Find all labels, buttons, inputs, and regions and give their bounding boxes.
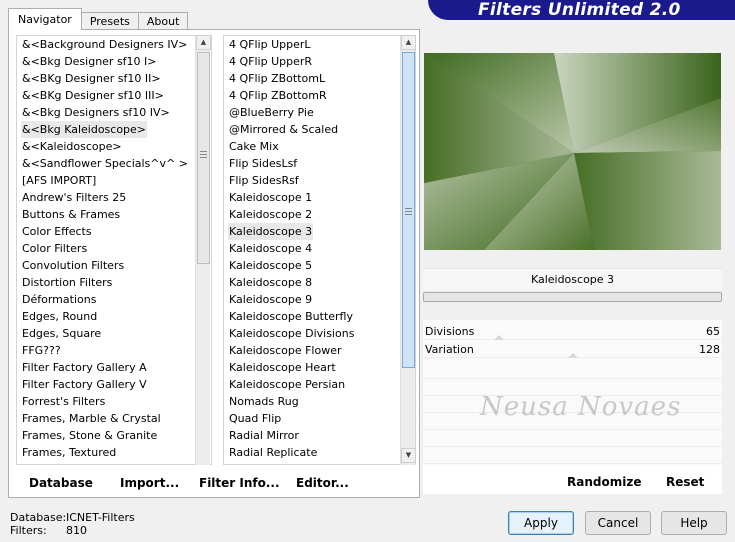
- scroll-down-icon[interactable]: ▼: [401, 448, 416, 463]
- category-list[interactable]: &<Background Designers IV> &<Bkg Designer…: [16, 35, 212, 465]
- list-item[interactable]: Buttons & Frames: [21, 206, 121, 223]
- scroll-thumb[interactable]: [402, 52, 415, 368]
- param-row[interactable]: Variation 128: [423, 342, 722, 358]
- list-item[interactable]: Kaleidoscope 5: [228, 257, 313, 274]
- list-item[interactable]: Kaleidoscope 1: [228, 189, 313, 206]
- database-value: ICNET-Filters: [66, 511, 135, 524]
- list-item[interactable]: &<BKg Designer sf10 III>: [21, 87, 165, 104]
- list-item[interactable]: 4 QFlip ZBottomR: [228, 87, 328, 104]
- param-row-empty: [423, 378, 722, 379]
- left-action-bar: Database Import... Filter Info... Editor…: [8, 470, 420, 498]
- list-item[interactable]: Distortion Filters: [21, 274, 113, 291]
- list-item[interactable]: Flip SidesLsf: [228, 155, 298, 172]
- param-name: Variation: [425, 343, 474, 356]
- list-item[interactable]: &<BKg Designer sf10 II>: [21, 70, 162, 87]
- filters-label: Filters:: [10, 524, 47, 537]
- list-item[interactable]: &<Bkg Designers sf10 IV>: [21, 104, 171, 121]
- list-item[interactable]: &<Kaleidoscope>: [21, 138, 123, 155]
- right-action-bar: Randomize Reset: [423, 466, 722, 494]
- list-item[interactable]: Convolution Filters: [21, 257, 125, 274]
- list-item[interactable]: 4 QFlip UpperL: [228, 36, 312, 53]
- list-item[interactable]: 4 QFlip UpperR: [228, 53, 313, 70]
- param-value: 65: [706, 325, 720, 338]
- list-item[interactable]: @Mirrored & Scaled: [228, 121, 339, 138]
- database-label: Database:: [10, 511, 67, 524]
- list-item[interactable]: Kaleidoscope Butterfly: [228, 308, 354, 325]
- list-item[interactable]: Kaleidoscope Heart: [228, 359, 337, 376]
- app-title: Filters Unlimited 2.0: [478, 0, 681, 20]
- list-item[interactable]: Edges, Square: [21, 325, 102, 342]
- watermark-logo: Neusa Novaes: [480, 392, 682, 422]
- import-button[interactable]: Import...: [120, 475, 179, 491]
- list-item[interactable]: Déformations: [21, 291, 97, 308]
- progress-bar: [423, 292, 722, 302]
- list-item[interactable]: Kaleidoscope 2: [228, 206, 313, 223]
- list-item[interactable]: Cake Mix: [228, 138, 280, 155]
- param-row-empty: [423, 446, 722, 447]
- scroll-up-icon[interactable]: ▲: [401, 35, 416, 50]
- list-item[interactable]: Flip SidesRsf: [228, 172, 300, 189]
- cancel-button[interactable]: Cancel: [585, 511, 651, 535]
- list-item[interactable]: Frames, Textured: [21, 444, 117, 461]
- param-slider-marker: [568, 353, 578, 358]
- help-button[interactable]: Help: [661, 511, 727, 535]
- list-item[interactable]: Filter Factory Gallery V: [21, 376, 148, 393]
- database-button[interactable]: Database: [29, 475, 93, 491]
- list-item[interactable]: [AFS IMPORT]: [21, 172, 97, 189]
- scroll-up-icon[interactable]: ▲: [196, 35, 211, 50]
- filter-title-box: Kaleidoscope 3: [423, 268, 722, 290]
- tab-strip: Navigator Presets About: [8, 6, 189, 30]
- filter-list[interactable]: 4 QFlip UpperL 4 QFlip UpperR 4 QFlip ZBot…: [223, 35, 416, 465]
- list-item[interactable]: Frames, Stone & Granite: [21, 427, 158, 444]
- list-item[interactable]: Nomads Rug: [228, 393, 300, 410]
- filters-value: 810: [66, 524, 87, 537]
- list-item[interactable]: &<Background Designers IV>: [21, 36, 188, 53]
- apply-button[interactable]: Apply: [508, 511, 574, 535]
- list-item[interactable]: Edges, Round: [21, 308, 98, 325]
- list-item[interactable]: Quad Flip: [228, 410, 282, 427]
- scroll-thumb[interactable]: [197, 52, 210, 264]
- list-item[interactable]: Andrew's Filters 25: [21, 189, 127, 206]
- list-item[interactable]: Kaleidoscope 8: [228, 274, 313, 291]
- tab-about[interactable]: About: [137, 12, 189, 30]
- filter-info-button[interactable]: Filter Info...: [199, 475, 280, 491]
- param-value: 128: [699, 343, 720, 356]
- list-item[interactable]: Forrest's Filters: [21, 393, 106, 410]
- randomize-button[interactable]: Randomize: [567, 475, 641, 489]
- list-item[interactable]: Kaleidoscope 9: [228, 291, 313, 308]
- status-filters: Filters: 810: [10, 524, 87, 537]
- tab-presets[interactable]: Presets: [80, 12, 139, 30]
- list-item[interactable]: 4 QFlip ZBottomL: [228, 70, 326, 87]
- param-name: Divisions: [425, 325, 475, 338]
- list-item[interactable]: Kaleidoscope Persian: [228, 376, 346, 393]
- list-item[interactable]: FFG???: [21, 342, 62, 359]
- list-item[interactable]: Kaleidoscope Divisions: [228, 325, 355, 342]
- param-row-empty: [423, 429, 722, 430]
- list-item[interactable]: Kaleidoscope Flower: [228, 342, 343, 359]
- status-database: Database:ICNET-Filters: [10, 511, 135, 524]
- list-item[interactable]: @BlueBerry Pie: [228, 104, 315, 121]
- param-row-empty: [423, 463, 722, 464]
- preview-image: [424, 53, 721, 250]
- list-item[interactable]: &<Bkg Designer sf10 I>: [21, 53, 158, 70]
- list-item[interactable]: Color Filters: [21, 240, 88, 257]
- param-row[interactable]: Divisions 65: [423, 324, 722, 340]
- tab-navigator[interactable]: Navigator: [8, 8, 82, 30]
- list-item[interactable]: Frames, Marble & Crystal: [21, 410, 162, 427]
- list-item[interactable]: Radial Replicate: [228, 444, 318, 461]
- list-item[interactable]: Radial Mirror: [228, 427, 300, 444]
- list-item[interactable]: Kaleidoscope 4: [228, 240, 313, 257]
- reset-button[interactable]: Reset: [666, 475, 704, 489]
- list-item[interactable]: &<Sandflower Specials^v^ >: [21, 155, 189, 172]
- param-slider-marker: [494, 335, 504, 340]
- filter-scrollbar[interactable]: ▲ ▼: [400, 35, 416, 465]
- list-item[interactable]: Filter Factory Gallery A: [21, 359, 148, 376]
- list-item[interactable]: &<Bkg Kaleidoscope>: [21, 121, 148, 138]
- list-item[interactable]: Color Effects: [21, 223, 93, 240]
- filter-title: Kaleidoscope 3: [530, 273, 615, 286]
- editor-button[interactable]: Editor...: [296, 475, 349, 491]
- category-scrollbar[interactable]: ▲: [195, 35, 211, 465]
- list-item[interactable]: Kaleidoscope 3: [228, 223, 314, 240]
